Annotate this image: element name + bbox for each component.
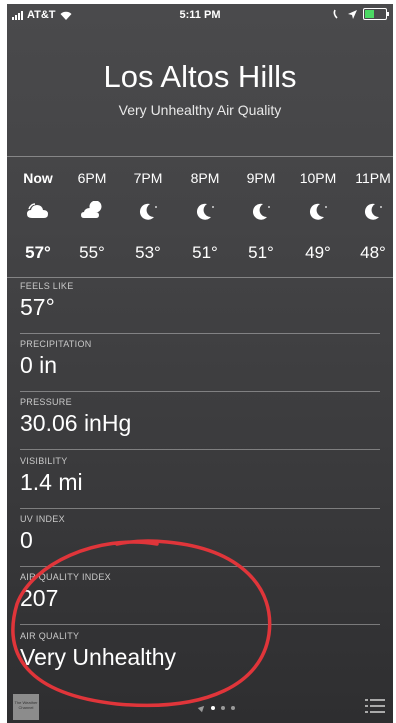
hour-temperature: 57° — [25, 243, 51, 262]
page-dot — [231, 706, 235, 710]
hour-label: 9PM — [246, 170, 276, 186]
hour-temperature: 51° — [192, 243, 218, 262]
hour-label: 8PM — [190, 170, 220, 186]
location-page-icon — [199, 705, 205, 711]
detail-row-air-quality: AIR QUALITY Very Unhealthy — [20, 631, 380, 683]
moon-icon — [361, 201, 385, 221]
page-dot — [221, 706, 225, 710]
page-dot — [211, 706, 215, 710]
detail-value: 57° — [20, 294, 55, 320]
hour-temperature: 48° — [360, 243, 386, 262]
weather-channel-logo[interactable]: The Weather Channel — [13, 694, 39, 720]
moon-icon — [193, 201, 217, 221]
hour-temperature: 55° — [79, 243, 105, 262]
detail-label: AIR QUALITY INDEX — [20, 572, 111, 582]
detail-label: AIR QUALITY — [20, 631, 80, 641]
detail-label: VISIBILITY — [20, 456, 68, 466]
detail-value: 207 — [20, 585, 59, 611]
moon-icon — [136, 201, 160, 221]
moon-icon — [249, 201, 273, 221]
detail-row-pressure: PRESSURE 30.06 inHg — [20, 397, 380, 450]
hour-label: 6PM — [77, 170, 107, 186]
city-list-icon[interactable] — [365, 699, 385, 713]
detail-value: 30.06 inHg — [20, 410, 132, 436]
partly-cloudy-icon — [80, 200, 104, 221]
hourly-forecast[interactable]: Now 57° 6PM 55° 7PM 53° 8PM 51° 9PM 51° 10PM 49° 11P… — [7, 156, 393, 278]
weather-app-screen: AT&T 5:11 PM Los Altos Hills Very Unheal… — [7, 4, 393, 723]
hour-label: 11PM — [355, 170, 391, 186]
hour-label: 10PM — [299, 170, 337, 186]
detail-label: UV INDEX — [20, 514, 65, 524]
detail-row-visibility: VISIBILITY 1.4 mi — [20, 456, 380, 509]
detail-value: Very Unhealthy — [20, 644, 176, 670]
bottom-toolbar: The Weather Channel — [7, 690, 393, 723]
air-quality-condition: Very Unhealthy Air Quality — [118, 102, 282, 118]
hour-temperature: 53° — [135, 243, 161, 262]
alarm-icon — [333, 9, 338, 19]
hour-label: Now — [23, 170, 53, 186]
hour-temperature: 49° — [305, 243, 331, 262]
status-right — [332, 8, 389, 20]
detail-value: 0 — [20, 527, 33, 553]
city-name: Los Altos Hills — [103, 59, 297, 94]
detail-row-uv-index: UV INDEX 0 — [20, 514, 380, 567]
status-bar: AT&T 5:11 PM — [7, 4, 393, 26]
detail-label: PRESSURE — [20, 397, 72, 407]
hour-label: 7PM — [133, 170, 163, 186]
cloud-icon — [26, 201, 50, 221]
detail-value: 1.4 mi — [20, 469, 83, 495]
detail-row-feels-like: FEELS LIKE 57° — [20, 281, 380, 334]
page-indicator[interactable] — [199, 705, 235, 711]
moon-icon — [306, 201, 330, 221]
detail-row-air-quality-index: AIR QUALITY INDEX 207 — [20, 572, 380, 625]
detail-label: PRECIPITATION — [20, 339, 92, 349]
location-arrow-icon — [348, 9, 357, 19]
detail-value: 0 in — [20, 352, 58, 378]
battery-icon — [363, 8, 389, 20]
detail-label: FEELS LIKE — [20, 281, 74, 291]
hour-temperature: 51° — [248, 243, 274, 262]
detail-row-precipitation: PRECIPITATION 0 in — [20, 339, 380, 392]
